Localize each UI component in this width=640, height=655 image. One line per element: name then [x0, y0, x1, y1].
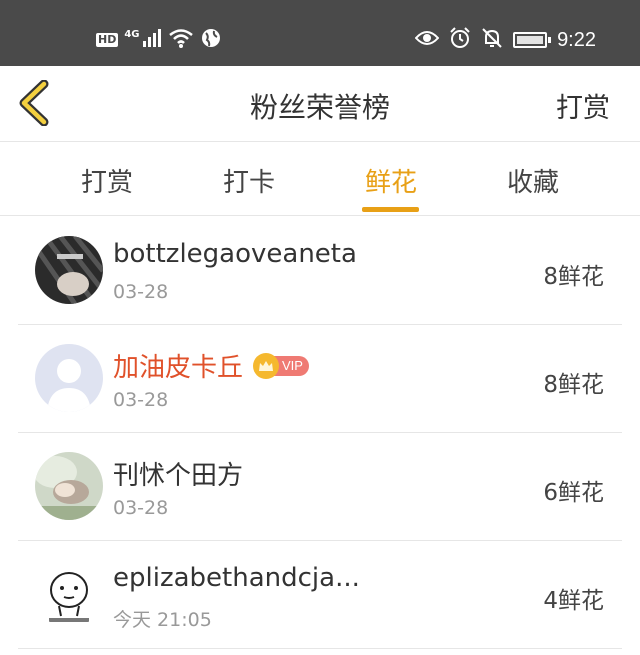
- list-item[interactable]: 刊怵个田方 03-28 6鲜花: [18, 433, 622, 541]
- fan-name: eplizabethandcja...: [113, 563, 360, 593]
- bell-off-icon: [481, 27, 503, 53]
- tab-flowers[interactable]: 鲜花: [331, 162, 451, 199]
- flower-count: 6鲜花: [543, 480, 604, 506]
- battery-icon: [513, 32, 552, 48]
- avatar: [35, 560, 103, 628]
- tab-bar: 打赏 打卡 鲜花 收藏: [0, 142, 640, 216]
- status-right: 9:22: [414, 27, 596, 53]
- status-time: 9:22: [557, 28, 596, 51]
- reward-button[interactable]: 打赏: [556, 86, 610, 125]
- wifi-icon: [168, 28, 194, 52]
- page-title: 粉丝荣誉榜: [249, 91, 390, 124]
- avatar: [35, 452, 103, 520]
- flower-count: 4鲜花: [543, 588, 604, 614]
- signal-icon: [142, 29, 162, 51]
- status-bar: HD 4G 9:22: [0, 0, 640, 66]
- network-type: 4G: [124, 28, 140, 40]
- vip-badge: VIP: [253, 352, 309, 379]
- fan-name-text: 加油皮卡丘: [113, 353, 244, 383]
- flower-count: 8鲜花: [543, 372, 604, 398]
- fan-name: bottzlegaoveaneta: [113, 239, 357, 269]
- avatar: [35, 344, 103, 412]
- fan-list: bottzlegaoveaneta 03-28 8鲜花 加油皮卡丘 VIP 03-…: [0, 217, 640, 649]
- fan-date: 今天 21:05: [113, 609, 212, 631]
- nav-bar: 粉丝荣誉榜 打赏: [0, 66, 640, 142]
- alarm-icon: [449, 27, 471, 53]
- crown-icon: [253, 352, 280, 379]
- fan-date: 03-28: [113, 497, 169, 519]
- fan-date: 03-28: [113, 389, 169, 411]
- tab-favorites[interactable]: 收藏: [473, 162, 593, 199]
- fan-name: 加油皮卡丘 VIP: [113, 347, 309, 384]
- fan-name: 刊怵个田方: [113, 461, 244, 491]
- tab-reward[interactable]: 打赏: [47, 162, 167, 199]
- status-left: HD 4G: [96, 27, 222, 53]
- eye-icon: [414, 29, 440, 51]
- list-item[interactable]: bottzlegaoveaneta 03-28 8鲜花: [18, 217, 622, 325]
- avatar: [35, 236, 103, 304]
- active-tab-indicator: [362, 207, 419, 212]
- tab-checkin[interactable]: 打卡: [189, 162, 309, 199]
- flower-count: 8鲜花: [543, 264, 604, 290]
- hd-badge: HD: [96, 33, 119, 47]
- list-item[interactable]: eplizabethandcja... 今天 21:05 4鲜花: [18, 541, 622, 649]
- fan-date: 03-28: [113, 281, 169, 303]
- globe-icon: [200, 27, 222, 53]
- list-item[interactable]: 加油皮卡丘 VIP 03-28 8鲜花: [18, 325, 622, 433]
